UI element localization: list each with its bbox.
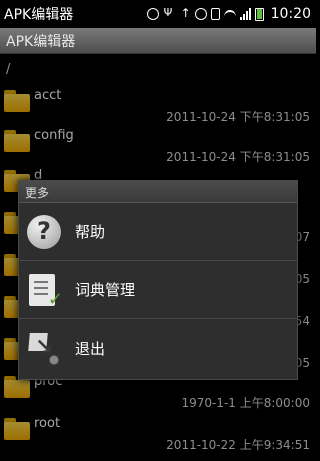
usb-icon	[179, 6, 191, 20]
menu-item-dictionary[interactable]: 词典管理	[19, 261, 297, 319]
signal-icon	[239, 8, 251, 20]
status-time: 10:20	[270, 6, 311, 22]
vibrate-icon	[210, 8, 220, 20]
wifi-icon	[223, 8, 236, 20]
dictionary-icon	[29, 273, 63, 310]
notification-icon	[146, 8, 159, 20]
status-icons: 10:20	[146, 6, 311, 22]
alarm-icon	[194, 8, 207, 20]
status-app-name: APK编辑器	[4, 7, 74, 23]
options-menu: 更多 帮助 词典管理 退出	[18, 180, 298, 380]
menu-item-exit[interactable]: 退出	[19, 319, 297, 377]
menu-item-label: 词典管理	[75, 281, 136, 299]
battery-icon	[254, 7, 264, 21]
app-title: APK编辑器	[6, 33, 76, 50]
app-title-bar: APK编辑器	[0, 28, 316, 54]
menu-item-label: 帮助	[75, 223, 106, 241]
status-bar: APK编辑器 10:20	[0, 0, 316, 28]
usb-debug-icon	[163, 6, 175, 20]
help-icon	[27, 214, 61, 249]
menu-title: 更多	[19, 181, 297, 203]
menu-item-label: 退出	[75, 339, 106, 358]
exit-icon	[27, 331, 61, 365]
menu-item-help[interactable]: 帮助	[19, 203, 297, 261]
